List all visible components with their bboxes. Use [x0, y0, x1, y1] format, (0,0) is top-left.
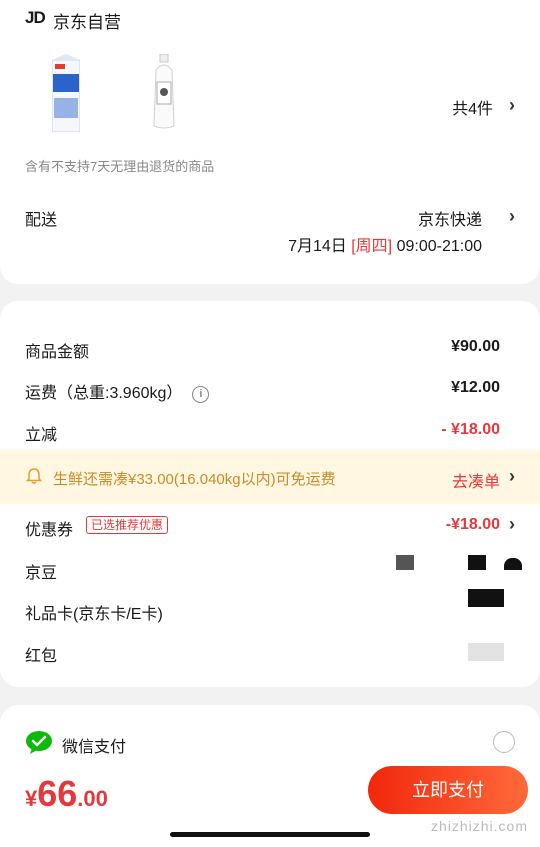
- add-more-link[interactable]: 去凑单: [452, 468, 500, 492]
- redacted-block: [468, 643, 504, 661]
- return-notice: 含有不支持7天无理由退货的商品: [25, 159, 215, 174]
- freight-row: 运费（总重:3.960kg） i: [25, 379, 210, 403]
- home-indicator[interactable]: [170, 832, 370, 837]
- shipping-date: 7月14日: [288, 238, 347, 255]
- jingdou-label: 京豆: [25, 565, 58, 582]
- wechat-pay-radio[interactable]: [493, 731, 515, 753]
- total-integer: 66: [37, 773, 78, 814]
- store-name: 京东自营: [53, 13, 121, 32]
- wechat-icon: [26, 731, 52, 754]
- shipping-label: 配送: [25, 212, 58, 229]
- redacted-block: [396, 555, 414, 570]
- chevron-right-icon[interactable]: ›: [509, 514, 515, 535]
- total-decimal: .00: [77, 786, 108, 811]
- info-icon[interactable]: i: [192, 386, 210, 403]
- chevron-right-icon[interactable]: ›: [509, 466, 515, 487]
- discount-label: 立减: [25, 427, 58, 444]
- redacted-block: [504, 558, 522, 570]
- shipping-weekday: [周四]: [351, 238, 393, 255]
- giftcard-label: 礼品卡(京东卡/E卡): [25, 606, 163, 623]
- bell-icon: [25, 468, 43, 484]
- redpacket-label: 红包: [25, 648, 58, 665]
- freight-value: ¥12.00: [451, 379, 500, 396]
- discount-value: - ¥18.00: [441, 421, 500, 438]
- redacted-block: [468, 589, 504, 607]
- shipping-carrier[interactable]: 京东快递: [418, 206, 482, 230]
- chevron-right-icon[interactable]: ›: [509, 95, 515, 116]
- total-price: ¥66.00: [25, 773, 108, 815]
- shipping-timeslot: 09:00-21:00: [396, 238, 482, 255]
- milk-bottle-image[interactable]: [150, 54, 178, 130]
- coupon-value[interactable]: -¥18.00: [446, 516, 500, 534]
- wechat-pay-label[interactable]: 微信支付: [62, 733, 126, 757]
- shipping-time[interactable]: 7月14日 [周四] 09:00-21:00: [288, 232, 482, 256]
- pay-button[interactable]: 立即支付: [368, 766, 528, 814]
- coupon-label: 优惠券: [25, 522, 74, 539]
- redacted-block: [468, 555, 486, 570]
- banner-text: 生鲜还需凑¥33.00(16.040kg以内)可免运费: [53, 471, 336, 488]
- goods-amount-label: 商品金额: [25, 344, 90, 361]
- currency-symbol: ¥: [25, 786, 38, 811]
- jd-logo: JD: [25, 8, 46, 27]
- chevron-right-icon[interactable]: ›: [509, 206, 515, 227]
- milk-carton-image[interactable]: [52, 54, 80, 132]
- goods-amount-value: ¥90.00: [451, 338, 500, 355]
- freight-label: 运费（总重:3.960kg）: [25, 385, 183, 402]
- coupon-badge: 已选推荐优惠: [86, 516, 169, 534]
- watermark: zhizhizhi.com: [430, 818, 528, 834]
- item-count[interactable]: 共4件: [452, 95, 493, 119]
